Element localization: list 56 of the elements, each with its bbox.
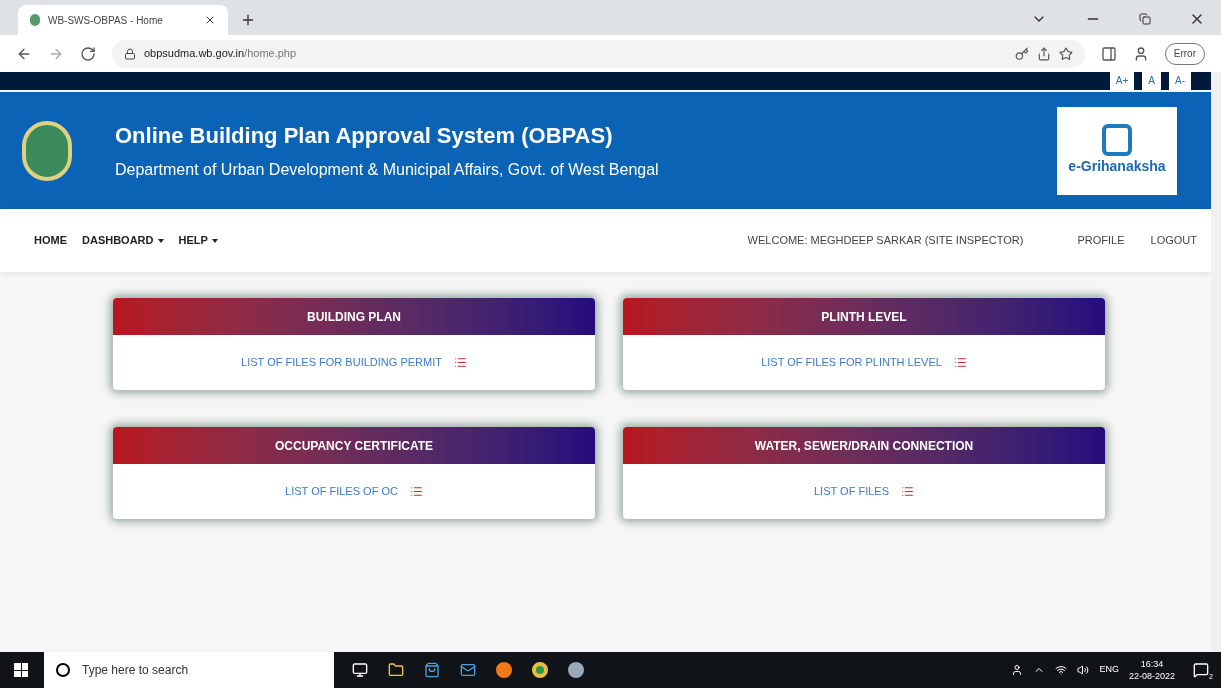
nav-item[interactable]: DASHBOARD (82, 232, 164, 249)
card-header: WATER, SEWER/DRAIN CONNECTION (623, 427, 1105, 464)
font-size-button[interactable]: A (1142, 72, 1161, 90)
folder-icon[interactable] (388, 662, 404, 678)
font-size-button[interactable]: A- (1169, 72, 1191, 90)
card-header: BUILDING PLAN (113, 298, 595, 335)
store-icon[interactable] (424, 662, 440, 678)
font-size-button[interactable]: A+ (1109, 72, 1135, 90)
windows-start-icon[interactable] (14, 663, 28, 677)
list-link[interactable]: LIST OF FILES FOR BUILDING PERMIT (241, 354, 442, 371)
share-icon[interactable] (1036, 46, 1051, 61)
tab-title: WB-SWS-OBPAS - Home (48, 13, 164, 28)
reload-icon[interactable] (80, 45, 96, 62)
list-link[interactable]: LIST OF FILES OF OC (285, 483, 398, 500)
card-header: OCCUPANCY CERTIFICATE (113, 427, 595, 464)
site-title: Online Building Plan Approval System (OBPAS) (115, 122, 614, 150)
nav-link[interactable]: LOGOUT (1150, 232, 1197, 249)
key-icon[interactable] (1014, 46, 1029, 61)
address-bar[interactable]: obpsudma.wb.gov.in/home.php (112, 39, 1085, 68)
browser-tab[interactable]: WB-SWS-OBPAS - Home (18, 5, 228, 35)
list-link[interactable]: LIST OF FILES (814, 483, 889, 500)
lock-icon (124, 47, 136, 60)
welcome-text: WELCOME: MEGHDEEP SARKAR (SITE INSPECTOR) (747, 233, 1024, 249)
new-tab-icon[interactable] (240, 12, 256, 28)
list-link[interactable]: LIST OF FILES FOR PLINTH LEVEL (761, 354, 942, 371)
task-view-icon[interactable] (352, 662, 368, 678)
emblem-icon (22, 120, 72, 181)
search-input[interactable]: Type here to search (82, 661, 322, 679)
restore-icon[interactable] (1139, 13, 1151, 25)
network-icon[interactable] (1055, 664, 1068, 676)
list-icon (901, 485, 914, 498)
nav-item[interactable]: HOME (34, 232, 67, 249)
browser-icon[interactable] (496, 662, 512, 678)
mail-icon[interactable] (460, 662, 476, 678)
speaker-icon[interactable] (1077, 664, 1090, 676)
card-header: PLINTH LEVEL (623, 298, 1105, 335)
side-panel-icon[interactable] (1100, 45, 1117, 62)
notifications-icon[interactable] (1193, 662, 1209, 678)
favicon-icon (30, 14, 40, 26)
close-icon[interactable] (204, 14, 216, 26)
nav-link[interactable]: PROFILE (1077, 232, 1125, 249)
scrollbar[interactable] (1211, 72, 1221, 652)
browser-icon[interactable] (532, 662, 548, 678)
clock[interactable]: 16:34 22-08-2022 (1128, 658, 1175, 682)
search-icon (56, 663, 70, 677)
star-icon[interactable] (1058, 46, 1073, 61)
url-text: obpsudma.wb.gov.in/home.php (144, 46, 297, 62)
list-icon (953, 356, 967, 369)
list-icon (453, 356, 467, 369)
logo-text: e-Grihanaksha (1068, 157, 1166, 176)
site-subtitle: Department of Urban Development & Municipal Affairs, Govt. of West Bengal (115, 160, 660, 180)
people-icon[interactable] (1011, 664, 1024, 676)
nav-item[interactable]: HELP (178, 232, 218, 249)
list-icon (409, 485, 423, 498)
language-indicator[interactable]: ENG (1099, 663, 1119, 677)
taskbar-search-field[interactable]: Type here to search (44, 652, 334, 688)
